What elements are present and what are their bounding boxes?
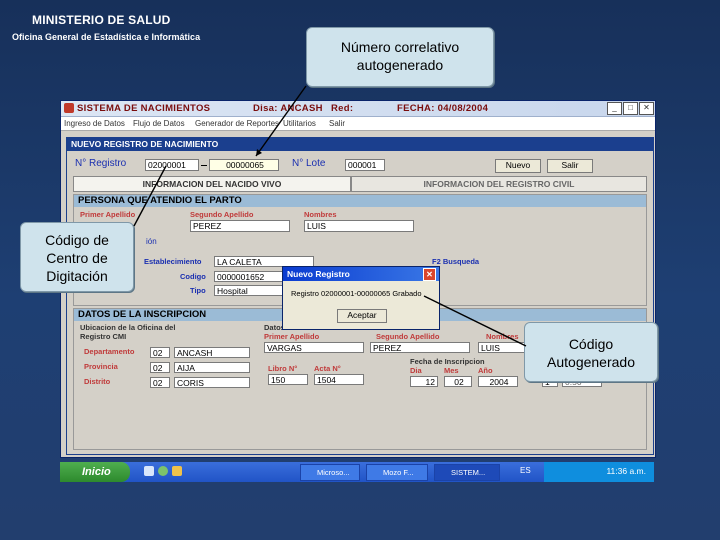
pointer-line-correlativo bbox=[255, 85, 307, 157]
pointer-lines bbox=[133, 85, 527, 347]
pointer-line-autogenerado bbox=[423, 295, 527, 347]
pointer-line-centro bbox=[133, 165, 167, 227]
